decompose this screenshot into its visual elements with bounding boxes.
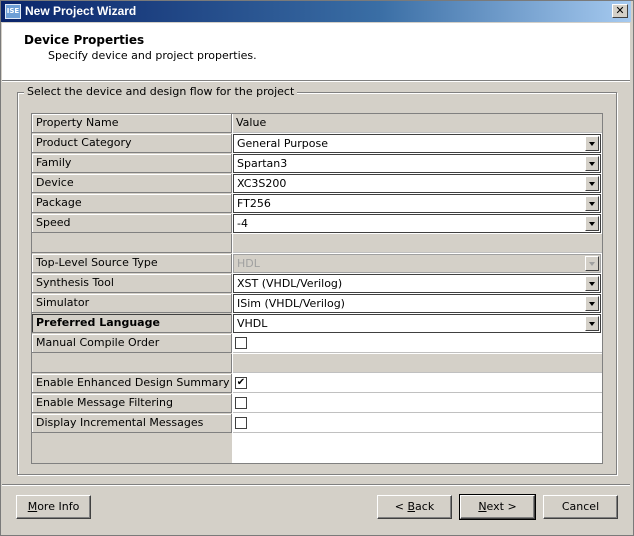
property-row-speed: Speed -4 [32,214,602,234]
cancel-button[interactable]: Cancel [543,495,618,519]
property-row-top-level-source: Top-Level Source Type HDL [32,254,602,274]
property-row-enhanced-design-summary: Enable Enhanced Design Summary ✔ [32,374,602,394]
value-cell [233,394,602,413]
dropdown-value: General Purpose [237,137,328,150]
value-cell [233,414,602,433]
button-label-mnemonic: N [478,500,487,513]
close-icon[interactable]: ✕ [612,4,628,18]
chevron-down-icon[interactable] [585,316,599,331]
dropdown-value: -4 [237,217,248,230]
column-header-value: Value [233,114,602,133]
property-row-manual-compile-order: Manual Compile Order [32,334,602,354]
chevron-down-icon [585,256,599,271]
property-row-message-filtering: Enable Message Filtering [32,394,602,414]
value-cell [233,374,602,393]
chevron-down-icon[interactable] [585,136,599,151]
enhanced-design-summary-checkbox[interactable]: ✔ [235,377,247,389]
dropdown-value: Spartan3 [237,157,288,170]
chevron-down-icon[interactable] [585,216,599,231]
value-cell [233,334,602,353]
top-level-source-dropdown: HDL [233,254,601,273]
property-label: Display Incremental Messages [32,414,232,433]
blank-cell [32,234,232,253]
property-row-family: Family Spartan3 [32,154,602,174]
property-label: Product Category [32,134,232,153]
button-label: ext > [486,500,517,513]
property-label: Preferred Language [32,314,232,333]
chevron-down-icon[interactable] [585,276,599,291]
package-dropdown[interactable]: FT256 [233,194,601,213]
property-row-product-category: Product Category General Purpose [32,134,602,154]
property-row-incremental-messages: Display Incremental Messages [32,414,602,434]
property-row-device: Device XC3S200 [32,174,602,194]
speed-dropdown[interactable]: -4 [233,214,601,233]
dropdown-value: ISim (VHDL/Verilog) [237,297,345,310]
property-label: Speed [32,214,232,233]
property-row-synthesis-tool: Synthesis Tool XST (VHDL/Verilog) [32,274,602,294]
property-grid: Property Name Value Product Category Gen… [31,113,603,464]
property-label: Manual Compile Order [32,334,232,353]
property-label: Enable Message Filtering [32,394,232,413]
window-title: New Project Wizard [25,4,137,18]
chevron-down-icon[interactable] [585,176,599,191]
property-label: Top-Level Source Type [32,254,232,273]
dropdown-value: VHDL [237,317,268,330]
button-label: ore Info [37,500,80,513]
button-label-mnemonic: B [407,500,416,513]
property-label: Family [32,154,232,173]
dropdown-value: XST (VHDL/Verilog) [237,277,343,290]
preferred-language-dropdown[interactable]: VHDL [233,314,601,333]
button-label: < [394,500,408,513]
page-title: Device Properties [24,33,145,47]
message-filtering-checkbox[interactable] [235,397,247,409]
chevron-down-icon[interactable] [585,196,599,211]
blank-row [32,354,602,374]
property-label: Enable Enhanced Design Summary [32,374,232,393]
incremental-messages-checkbox[interactable] [235,417,247,429]
simulator-dropdown[interactable]: ISim (VHDL/Verilog) [233,294,601,313]
manual-compile-order-checkbox[interactable] [235,337,247,349]
property-row-preferred-language: Preferred Language VHDL [32,314,602,334]
blank-cell [233,354,602,373]
page-subtitle: Specify device and project properties. [48,49,257,62]
family-dropdown[interactable]: Spartan3 [233,154,601,173]
property-row-package: Package FT256 [32,194,602,214]
grid-header-row: Property Name Value [32,114,602,134]
chevron-down-icon[interactable] [585,296,599,311]
property-label: Package [32,194,232,213]
product-category-dropdown[interactable]: General Purpose [233,134,601,153]
dropdown-value: XC3S200 [237,177,287,190]
blank-cell [32,354,232,373]
header-divider [2,81,630,82]
blank-cell [233,234,602,253]
wizard-header: Device Properties Specify device and pro… [2,23,630,81]
property-row-simulator: Simulator ISim (VHDL/Verilog) [32,294,602,314]
next-button[interactable]: Next > [459,494,536,520]
device-dropdown[interactable]: XC3S200 [233,174,601,193]
app-icon: ISE [5,4,21,19]
footer-divider [2,484,630,486]
button-label: ack [415,500,435,513]
chevron-down-icon[interactable] [585,156,599,171]
synthesis-tool-dropdown[interactable]: XST (VHDL/Verilog) [233,274,601,293]
column-header-name: Property Name [32,114,232,133]
button-label-mnemonic: M [27,500,38,513]
back-button[interactable]: < Back [377,495,452,519]
property-label: Simulator [32,294,232,313]
blank-row [32,234,602,254]
dropdown-value: HDL [237,257,260,270]
property-label: Device [32,174,232,193]
more-info-button[interactable]: More Info [16,495,91,519]
group-legend: Select the device and design flow for th… [24,85,298,98]
dropdown-value: FT256 [237,197,271,210]
property-label: Synthesis Tool [32,274,232,293]
title-bar: ISE New Project Wizard ✕ [1,1,631,22]
